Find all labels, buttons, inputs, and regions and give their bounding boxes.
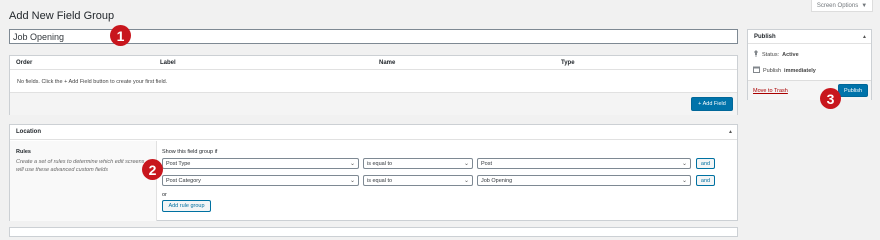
column-name: Name (379, 60, 396, 66)
rule-value-select[interactable]: Post ⌄ (477, 158, 691, 169)
publish-label: Publish (763, 67, 782, 74)
step-marker-2: 2 (142, 159, 163, 180)
status-value: Active (782, 51, 799, 58)
rule-value-select[interactable]: Job Opening ⌄ (477, 175, 691, 186)
page-title: Add New Field Group (9, 10, 115, 22)
status-label: Status: (762, 51, 780, 58)
rule-operator-select[interactable]: is equal to ⌄ (363, 175, 473, 186)
column-order: Order (16, 60, 33, 66)
publish-value: immediately (784, 67, 816, 74)
chevron-down-icon: ⌄ (349, 161, 355, 167)
show-if-label: Show this field group if (162, 149, 218, 155)
status-row: Status: Active (753, 50, 799, 59)
chevron-down-icon: ⌄ (463, 161, 469, 167)
publish-header[interactable]: Publish ▲ (748, 30, 871, 44)
location-header[interactable]: Location ▲ (10, 125, 737, 140)
chevron-down-icon: ⌄ (463, 178, 469, 184)
no-fields-message: No fields. Click the + Add Field button … (17, 79, 168, 85)
publish-date-row: Publish immediately (753, 66, 816, 75)
chevron-down-icon: ⌄ (681, 178, 687, 184)
location-box: Location ▲ Rules Create a set of rules t… (9, 124, 738, 221)
and-button[interactable]: and (696, 175, 715, 186)
add-rule-group-button[interactable]: Add rule group (162, 200, 211, 212)
chevron-down-icon: ⌄ (349, 178, 355, 184)
step-marker-1: 1 (110, 25, 131, 46)
step-marker-3: 3 (820, 88, 841, 109)
chevron-down-icon: ⌄ (681, 161, 687, 167)
calendar-icon (753, 66, 760, 75)
rules-description-panel: Rules Create a set of rules to determine… (10, 141, 157, 221)
rules-description: Create a set of rules to determine which… (16, 159, 145, 173)
triangle-up-icon[interactable]: ▲ (728, 129, 733, 135)
column-label: Label (160, 60, 176, 66)
select-value: Job Opening (481, 177, 513, 184)
screen-options-label: Screen Options (816, 2, 859, 9)
and-button[interactable]: and (696, 158, 715, 169)
screen-options-button[interactable]: Screen Options ▼ (811, 0, 873, 12)
publish-title: Publish (754, 34, 776, 40)
rules-label: Rules (16, 149, 31, 155)
triangle-up-icon[interactable]: ▲ (862, 34, 867, 40)
select-value: Post Category (166, 177, 201, 184)
select-value: Post (481, 160, 493, 167)
fields-header: Order Label Name Type (10, 56, 737, 70)
column-type: Type (561, 60, 575, 66)
add-field-button[interactable]: + Add Field (691, 97, 733, 111)
rule-param-select[interactable]: Post Category ⌄ (162, 175, 359, 186)
pin-icon (753, 50, 759, 59)
move-to-trash-link[interactable]: Move to Trash (753, 88, 788, 94)
next-metabox (9, 227, 738, 237)
publish-footer: Move to Trash Publish (748, 80, 871, 100)
rule-operator-select[interactable]: is equal to ⌄ (363, 158, 473, 169)
rule-param-select[interactable]: Post Type ⌄ (162, 158, 359, 169)
select-value: Post Type (166, 160, 191, 167)
publish-box: Publish ▲ Status: Active Publish immedia… (747, 29, 872, 100)
location-title: Location (16, 129, 41, 135)
select-value: is equal to (367, 177, 393, 184)
fields-box: Order Label Name Type No fields. Click t… (9, 55, 738, 115)
publish-button[interactable]: Publish (838, 84, 868, 97)
or-label: or (162, 192, 167, 198)
select-value: is equal to (367, 160, 393, 167)
fields-footer: + Add Field (10, 92, 737, 115)
triangle-down-icon: ▼ (861, 2, 868, 9)
